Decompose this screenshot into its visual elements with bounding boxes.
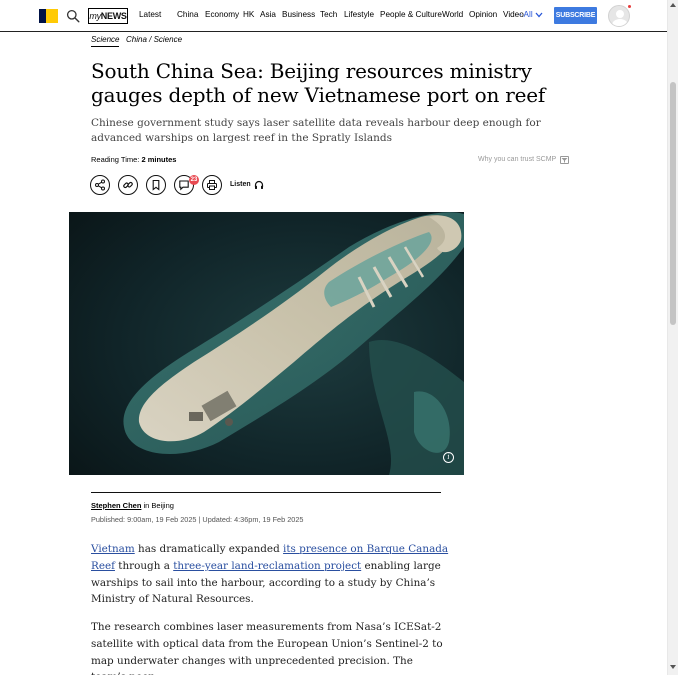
avatar-body	[612, 19, 628, 26]
avatar[interactable]	[608, 5, 630, 27]
headphones-icon	[254, 180, 263, 189]
byline: Stephen Chen in Beijing	[91, 501, 174, 511]
scrollbar-thumb[interactable]	[670, 82, 676, 325]
listen-label: Listen	[230, 181, 251, 188]
byline-location: in Beijing	[141, 501, 174, 510]
info-icon[interactable]: i	[443, 452, 454, 463]
bookmark-icon	[152, 179, 160, 191]
link-land-reclamation[interactable]: three-year land-reclamation project	[173, 560, 361, 572]
mynews-suffix: NEWS	[100, 11, 127, 21]
nav-item-business[interactable]: Business	[282, 9, 320, 21]
nav-item-world[interactable]: World	[442, 9, 469, 21]
nav-item-lifestyle[interactable]: Lifestyle	[344, 9, 380, 21]
bookmark-button[interactable]	[146, 175, 166, 195]
filter-icon	[560, 156, 570, 164]
nav-item-economy[interactable]: Economy	[205, 9, 243, 21]
print-icon	[207, 180, 217, 190]
copy-link-button[interactable]	[118, 175, 138, 195]
subsection-tag[interactable]: China / Science	[126, 35, 182, 45]
reading-time-value: 2 minutes	[141, 155, 177, 164]
nav-item-people-culture[interactable]: People & Culture	[380, 9, 442, 21]
nav-item-asia[interactable]: Asia	[260, 9, 282, 21]
subscribe-button[interactable]: SUBSCRIBE	[554, 7, 597, 24]
share-icon	[95, 179, 105, 191]
scroll-up-arrow-icon[interactable]	[670, 3, 676, 7]
byline-divider	[91, 492, 441, 493]
author-link[interactable]: Stephen Chen	[91, 501, 141, 510]
p1-text-2: through a	[114, 559, 174, 572]
reading-time: Reading Time: 2 minutes	[91, 155, 176, 165]
print-button[interactable]	[202, 175, 222, 195]
mynews-button[interactable]: myNEWS	[88, 8, 128, 24]
article-headline: South China Sea: Beijing resources minis…	[91, 59, 546, 107]
main-nav: Latest China Economy HK Asia Business Te…	[139, 9, 528, 21]
mynews-prefix: my	[89, 11, 101, 21]
listen-button[interactable]: Listen	[230, 180, 264, 190]
chevron-down-icon	[535, 12, 543, 18]
nav-item-latest[interactable]: Latest	[139, 9, 177, 21]
nav-all-label: - All	[519, 10, 533, 19]
nav-item-opinion[interactable]: Opinion	[469, 9, 503, 21]
article-paragraph-1: Vietnam has dramatically expanded its pr…	[91, 541, 451, 608]
nav-item-china[interactable]: China	[177, 9, 205, 21]
nav-all-dropdown[interactable]: - All	[519, 9, 543, 21]
section-tag[interactable]: Science	[91, 35, 120, 47]
link-icon	[123, 181, 133, 189]
p1-text-1: has dramatically expanded	[134, 543, 284, 555]
trust-link[interactable]: Why you can trust SCMP	[478, 155, 570, 165]
scrollbar[interactable]	[667, 0, 678, 675]
trust-label: Why you can trust SCMP	[478, 156, 557, 163]
avatar-head	[616, 10, 624, 18]
article-paragraph-2: The research combines laser measurements…	[91, 621, 443, 675]
nav-item-hk[interactable]: HK	[243, 9, 260, 21]
hero-satellite-image[interactable]	[69, 212, 464, 475]
search-icon[interactable]	[66, 9, 80, 23]
notification-dot	[628, 5, 631, 8]
reef-satellite-graphic	[69, 212, 464, 475]
share-button[interactable]	[90, 175, 110, 195]
logo-yellow-block	[46, 9, 58, 23]
publish-dates: Published: 9:00am, 19 Feb 2025 | Updated…	[91, 515, 304, 524]
reading-time-label: Reading Time:	[91, 155, 140, 164]
article-standfirst: Chinese government study says laser sate…	[91, 117, 541, 144]
link-vietnam[interactable]: Vietnam	[91, 543, 135, 555]
comment-count-badge: 23	[189, 175, 199, 185]
scroll-down-arrow-icon[interactable]	[670, 665, 676, 669]
logo-blue-block	[39, 9, 46, 23]
nav-item-tech[interactable]: Tech	[320, 9, 344, 21]
scmp-logo[interactable]	[39, 9, 58, 23]
top-navigation-bar: myNEWS Latest China Economy HK Asia Busi…	[0, 0, 667, 32]
